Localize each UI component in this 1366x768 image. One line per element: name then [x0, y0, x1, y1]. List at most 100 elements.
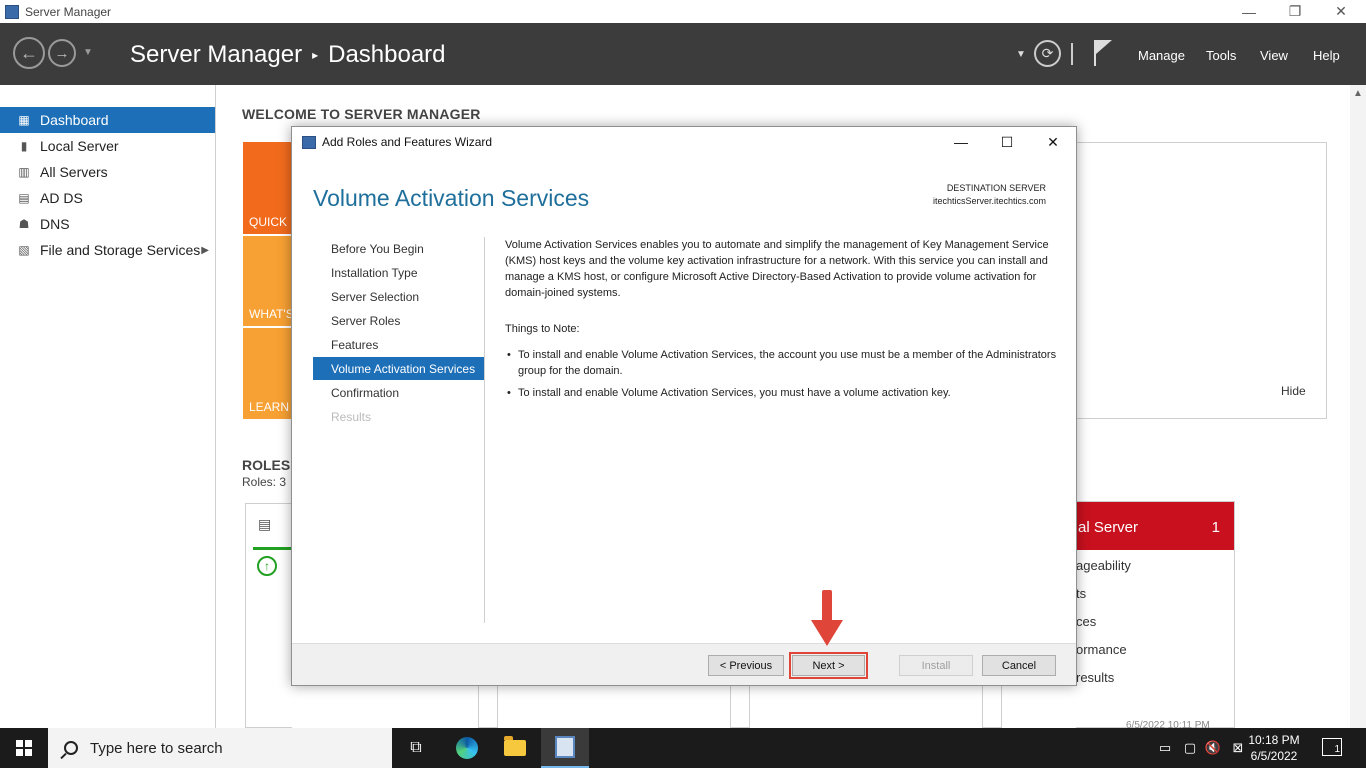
sidebar-item-dashboard[interactable]: ▦ Dashboard	[0, 107, 215, 133]
search-placeholder: Type here to search	[90, 739, 223, 757]
chevron-right-icon: ▶	[201, 244, 209, 256]
clock-time: 10:18 PM	[1248, 733, 1300, 747]
volume-muted-icon[interactable]: 🔇	[1202, 728, 1224, 768]
step-volume-activation-services[interactable]: Volume Activation Services	[313, 357, 484, 380]
roles-count: Roles: 3	[242, 475, 287, 489]
hide-link[interactable]: Hide	[1281, 384, 1306, 398]
refresh-icon[interactable]: ⟳	[1034, 40, 1061, 67]
server-card-line[interactable]: ces	[1076, 614, 1096, 629]
role-card-ad-ds[interactable]: ▤ ↑	[245, 503, 293, 728]
server-card-count: 1	[1211, 519, 1220, 536]
dialog-maximize-button[interactable]: ☐	[984, 127, 1030, 157]
taskbar: Type here to search ⧉ ▭ ▢ 🔇 ⊠ 10:18 PM 6…	[0, 728, 1366, 768]
menu-view[interactable]: View	[1260, 48, 1288, 63]
ad-ds-icon: ▤	[258, 516, 272, 532]
step-installation-type[interactable]: Installation Type	[313, 261, 484, 284]
sidebar-item-label: DNS	[40, 216, 70, 232]
welcome-title: WELCOME TO SERVER MANAGER	[242, 106, 481, 122]
server-icon: ▮	[20, 139, 28, 153]
edge-browser-icon[interactable]	[443, 728, 491, 768]
app-header: ← → ▼ Server Manager ▸ Dashboard ▼ ⟳ Man…	[0, 23, 1366, 85]
server-card-line[interactable]: results	[1076, 670, 1114, 685]
ad-ds-icon: ▤	[18, 191, 30, 205]
network-adapter-icon[interactable]: ▭	[1154, 728, 1176, 768]
file-explorer-icon[interactable]	[491, 728, 539, 768]
forward-button[interactable]: →	[48, 39, 76, 67]
next-button[interactable]: Next >	[789, 652, 868, 679]
breadcrumb-page: Dashboard	[328, 41, 446, 68]
arrow-up-icon: ↑	[257, 556, 277, 576]
taskbar-search[interactable]: Type here to search	[48, 728, 392, 768]
role-card-edge	[982, 686, 1002, 728]
vertical-scrollbar[interactable]: ▲	[1350, 85, 1366, 728]
notifications-flag-icon[interactable]	[1094, 40, 1114, 66]
server-card-header: al Server 1	[1076, 502, 1234, 550]
step-before-you-begin[interactable]: Before You Begin	[313, 237, 484, 260]
server-manager-app-icon	[5, 4, 19, 19]
notes-title: Things to Note:	[505, 323, 580, 335]
scroll-up-icon[interactable]: ▲	[1353, 88, 1363, 99]
dashboard-icon: ▦	[18, 113, 30, 127]
dialog-footer: < Previous Next > Install Cancel	[292, 643, 1076, 685]
dns-icon: ☗	[18, 217, 30, 231]
annotation-arrow-icon	[811, 590, 843, 646]
step-server-selection[interactable]: Server Selection	[313, 285, 484, 308]
task-view-icon[interactable]: ⧉	[392, 728, 440, 768]
tile-learn-more[interactable]: LEARN M	[243, 328, 293, 419]
clock-date: 6/5/2022	[1250, 749, 1298, 763]
server-card-line[interactable]: ageability	[1076, 558, 1131, 573]
description-text: Volume Activation Services enables you t…	[505, 239, 1049, 299]
wizard-app-icon	[302, 135, 316, 149]
local-server-card[interactable]: al Server 1 ageability ts ces ormance re…	[1076, 501, 1235, 728]
window-title: Server Manager	[25, 4, 112, 19]
previous-button[interactable]: < Previous	[708, 655, 784, 676]
server-card-title: al Server	[1078, 519, 1139, 536]
restore-button[interactable]: ❐	[1272, 0, 1318, 23]
status-bar	[253, 547, 293, 550]
tile-quick-start[interactable]: QUICK S	[243, 142, 293, 234]
menu-help[interactable]: Help	[1313, 48, 1340, 63]
sidebar-item-label: AD DS	[40, 190, 83, 206]
server-card-line[interactable]: ormance	[1076, 642, 1127, 657]
tile-whats-new[interactable]: WHAT'S	[243, 236, 293, 326]
server-card-line[interactable]: ts	[1076, 586, 1086, 601]
destination-server-name: itechticsServer.itechtics.com	[932, 196, 1046, 206]
start-button[interactable]	[0, 728, 48, 768]
sidebar-item-file-storage[interactable]: ▧ File and Storage Services ▶	[0, 237, 215, 263]
history-dropdown-icon[interactable]: ▼	[83, 47, 93, 58]
dialog-title: Add Roles and Features Wizard	[322, 135, 493, 149]
notification-center-icon[interactable]: 1	[1322, 738, 1342, 756]
sidebar-item-all-servers[interactable]: ▥ All Servers	[0, 159, 215, 185]
step-features[interactable]: Features	[313, 333, 484, 356]
steps-divider	[484, 237, 485, 623]
wizard-page-heading: Volume Activation Services	[313, 185, 590, 211]
cancel-button[interactable]: Cancel	[982, 655, 1056, 676]
minimize-button[interactable]: —	[1226, 0, 1272, 23]
menu-tools[interactable]: Tools	[1206, 48, 1236, 63]
windows-logo-icon	[16, 740, 32, 756]
dialog-close-button[interactable]: ✕	[1030, 127, 1076, 157]
window-titlebar: Server Manager — ❐ ✕	[0, 0, 1366, 23]
system-clock[interactable]: 10:18 PM 6/5/2022	[1246, 732, 1302, 764]
sidebar-item-label: Dashboard	[40, 112, 109, 128]
close-window-button[interactable]: ✕	[1318, 0, 1364, 23]
menu-manage[interactable]: Manage	[1138, 48, 1185, 63]
sidebar-item-local-server[interactable]: ▮ Local Server	[0, 133, 215, 159]
install-button: Install	[899, 655, 973, 676]
sidebar-item-label: File and Storage Services	[40, 242, 201, 258]
step-confirmation[interactable]: Confirmation	[313, 381, 484, 404]
back-button[interactable]: ←	[13, 37, 45, 69]
display-icon[interactable]: ▢	[1179, 728, 1201, 768]
header-dropdown-icon[interactable]: ▼	[1016, 49, 1026, 60]
dialog-minimize-button[interactable]: —	[938, 127, 984, 157]
role-card-edge	[730, 686, 750, 728]
sidebar-item-ad-ds[interactable]: ▤ AD DS	[0, 185, 215, 211]
storage-icon: ▧	[18, 243, 30, 257]
step-server-roles[interactable]: Server Roles	[313, 309, 484, 332]
breadcrumb-app: Server Manager	[130, 41, 303, 68]
server-manager-taskbar-icon[interactable]	[541, 728, 589, 768]
welcome-panel	[1076, 142, 1327, 419]
step-results: Results	[331, 409, 372, 424]
sidebar-item-dns[interactable]: ☗ DNS	[0, 211, 215, 237]
search-icon	[64, 741, 78, 755]
